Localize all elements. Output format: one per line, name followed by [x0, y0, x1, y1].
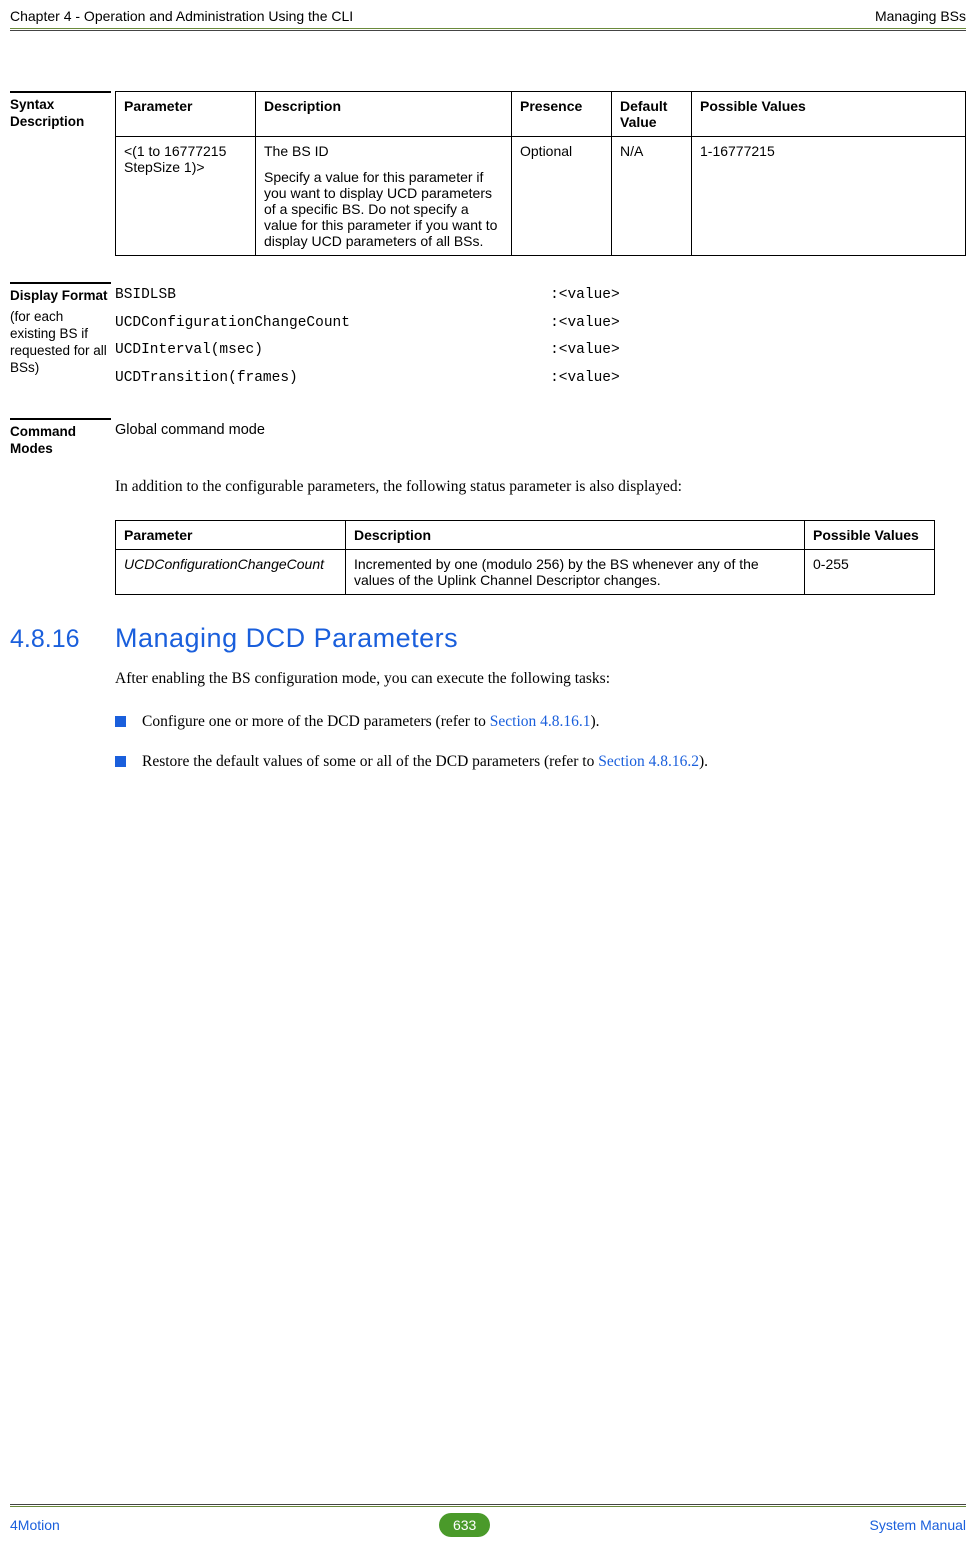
- display-line-2: UCDInterval(msec) :<value>: [115, 337, 966, 365]
- table-row: <(1 to 16777215 StepSize 1)> The BS ID S…: [116, 137, 966, 256]
- bullet2-text-a: Restore the default values of some or al…: [142, 753, 598, 770]
- display-line-3: UCDTransition(frames) :<value>: [115, 365, 966, 393]
- bullet1-text-a: Configure one or more of the DCD paramet…: [142, 713, 490, 730]
- table-header-row: Parameter Description Possible Values: [116, 521, 935, 550]
- syntax-table-wrap: Parameter Description Presence Default V…: [115, 91, 966, 256]
- display-format-section: Display Format (for each existing BS if …: [10, 282, 966, 392]
- section-title: Managing DCD Parameters: [115, 623, 458, 654]
- cell-possible: 1-16777215: [692, 137, 966, 256]
- table-header-row: Parameter Description Presence Default V…: [116, 92, 966, 137]
- list-item: Configure one or more of the DCD paramet…: [115, 711, 966, 733]
- label-rule: [10, 91, 111, 93]
- footer-left: 4Motion: [10, 1517, 60, 1533]
- header-right: Managing BSs: [875, 8, 966, 24]
- cell-description: The BS ID Specify a value for this param…: [256, 137, 512, 256]
- bullet1-text-b: ).: [591, 713, 600, 730]
- cell-parameter: <(1 to 16777215 StepSize 1)>: [116, 137, 256, 256]
- desc-line2: Specify a value for this parameter if yo…: [264, 169, 503, 249]
- cell-parameter: UCDConfigurationChangeCount: [116, 550, 346, 595]
- col-description: Description: [256, 92, 512, 137]
- col-parameter: Parameter: [116, 521, 346, 550]
- status-intro-text: In addition to the configurable paramete…: [115, 476, 966, 498]
- command-modes-section: Command Modes Global command mode: [10, 418, 966, 458]
- col-possible: Possible Values: [692, 92, 966, 137]
- page-number-badge: 633: [439, 1513, 490, 1537]
- cell-presence: Optional: [512, 137, 612, 256]
- header-left: Chapter 4 - Operation and Administration…: [10, 8, 353, 24]
- syntax-label-col: Syntax Description: [10, 91, 115, 256]
- page-footer: 4Motion 633 System Manual: [0, 1504, 976, 1537]
- cell-possible: 0-255: [805, 550, 935, 595]
- display-label-bold: Display Format: [10, 288, 111, 305]
- bullet-text: Restore the default values of some or al…: [142, 751, 966, 773]
- label-rule: [10, 282, 111, 284]
- footer-rule-green: [10, 1506, 966, 1507]
- bullet-list: Configure one or more of the DCD paramet…: [115, 711, 966, 774]
- square-bullet-icon: [115, 756, 126, 767]
- cmdmodes-label-col: Command Modes: [10, 418, 115, 458]
- footer-rule-thin: [10, 1504, 966, 1505]
- footer-row: 4Motion 633 System Manual: [10, 1513, 966, 1537]
- col-possible: Possible Values: [805, 521, 935, 550]
- list-item: Restore the default values of some or al…: [115, 751, 966, 773]
- display-label-reg: (for each existing BS if requested for a…: [10, 309, 111, 377]
- status-table: Parameter Description Possible Values UC…: [115, 520, 935, 595]
- link-section-48161[interactable]: Section 4.8.16.1: [490, 713, 591, 730]
- section-heading: 4.8.16 Managing DCD Parameters: [10, 623, 966, 654]
- page-body: Syntax Description Parameter Description…: [0, 31, 976, 774]
- section-intro: After enabling the BS configuration mode…: [115, 668, 966, 690]
- cell-default: N/A: [612, 137, 692, 256]
- syntax-table: Parameter Description Presence Default V…: [115, 91, 966, 256]
- table-row: UCDConfigurationChangeCount Incremented …: [116, 550, 935, 595]
- col-description: Description: [346, 521, 805, 550]
- bullet2-text-b: ).: [699, 753, 708, 770]
- syntax-description-section: Syntax Description Parameter Description…: [10, 91, 966, 256]
- desc-line1: The BS ID: [264, 143, 503, 159]
- display-line-0: BSIDLSB :<value>: [115, 282, 966, 310]
- link-section-48162[interactable]: Section 4.8.16.2: [598, 753, 699, 770]
- display-line-1: UCDConfigurationChangeCount :<value>: [115, 310, 966, 338]
- col-presence: Presence: [512, 92, 612, 137]
- col-parameter: Parameter: [116, 92, 256, 137]
- bullet-text: Configure one or more of the DCD paramet…: [142, 711, 966, 733]
- page-header: Chapter 4 - Operation and Administration…: [0, 0, 976, 28]
- square-bullet-icon: [115, 716, 126, 727]
- cmdmodes-label: Command Modes: [10, 424, 111, 458]
- footer-right: System Manual: [870, 1517, 966, 1533]
- section-number: 4.8.16: [10, 625, 115, 654]
- col-default: Default Value: [612, 92, 692, 137]
- display-label-col: Display Format (for each existing BS if …: [10, 282, 115, 392]
- display-format-body: BSIDLSB :<value> UCDConfigurationChangeC…: [115, 282, 966, 392]
- label-rule: [10, 418, 111, 420]
- header-rule-green: [10, 28, 966, 29]
- cmdmodes-text: Global command mode: [115, 418, 966, 458]
- syntax-label: Syntax Description: [10, 97, 111, 131]
- cell-description: Incremented by one (modulo 256) by the B…: [346, 550, 805, 595]
